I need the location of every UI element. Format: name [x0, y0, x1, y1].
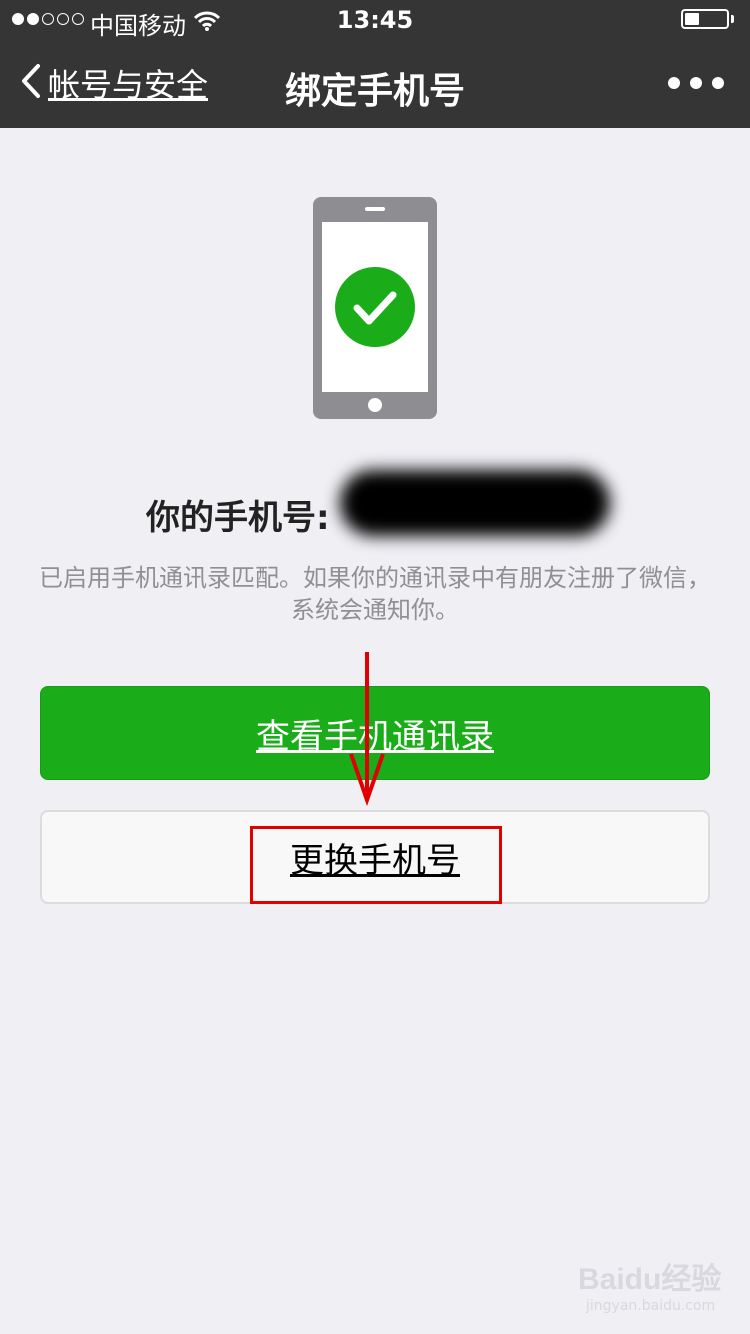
contacts-match-description: 已启用手机通讯录匹配。如果你的通讯录中有朋友注册了微信，系统会通知你。: [39, 564, 711, 624]
page-title: 绑定手机号: [284, 71, 465, 112]
header: 中国移动 13:45 帐号与安全 绑定手机号: [0, 0, 750, 128]
annotation-highlight-box: [250, 826, 502, 904]
watermark-sub: jingyan.baidu.com: [586, 1298, 716, 1314]
status-bar: 中国移动 13:45: [0, 0, 750, 40]
watermark-main: Baidu经验: [578, 1263, 722, 1296]
phone-check-icon: [313, 197, 437, 423]
phone-number-label: 你的手机号:: [146, 498, 330, 538]
nav-bar: 帐号与安全 绑定手机号: [0, 40, 750, 128]
phone-number-row: 你的手机号:: [0, 462, 750, 542]
more-dots-icon[interactable]: [668, 77, 724, 89]
annotation-arrow-icon: [349, 652, 385, 807]
redacted-phone-number: [340, 470, 610, 536]
battery-icon: [681, 9, 734, 29]
status-time: 13:45: [336, 6, 414, 34]
